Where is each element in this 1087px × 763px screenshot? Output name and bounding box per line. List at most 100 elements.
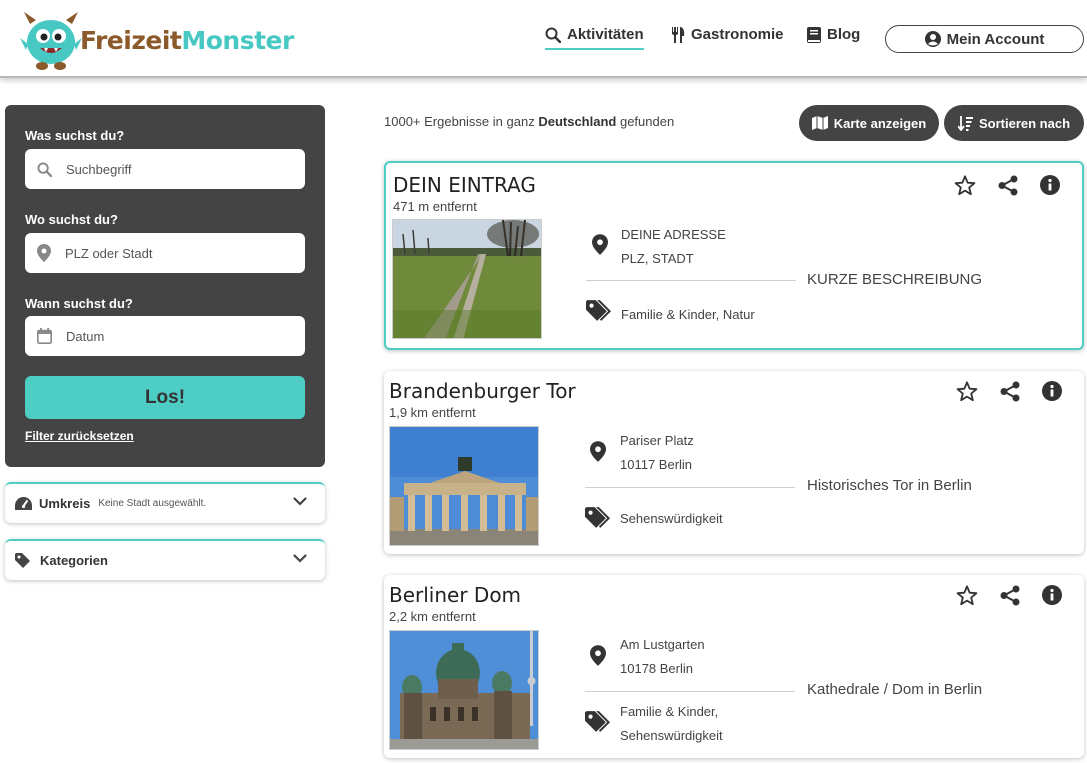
card-actions [956, 585, 1062, 606]
dashboard-icon [15, 496, 32, 510]
card-divider [585, 691, 795, 692]
share-icon[interactable] [1000, 585, 1020, 606]
card-actions [956, 381, 1062, 402]
info-icon[interactable] [1040, 175, 1060, 195]
when-label: Wann suchst du? [25, 296, 133, 311]
map-pin-icon [37, 244, 51, 262]
nav-activities[interactable]: Aktivitäten [545, 26, 644, 50]
book-icon [807, 26, 821, 43]
brandenburg-gate-photo [390, 427, 538, 545]
card-tags: Familie & Kinder, Natur [621, 307, 755, 322]
search-magnifier-icon [545, 27, 561, 43]
what-label: Was suchst du? [25, 128, 125, 143]
categories-filter-collapse[interactable]: Kategorien [5, 539, 325, 580]
tag-icon [586, 300, 611, 321]
map-pin-icon [590, 645, 606, 666]
date-input[interactable]: Datum [25, 316, 305, 356]
card-tags: Sehenswürdigkeit [620, 511, 723, 526]
location-input[interactable]: PLZ oder Stadt [25, 233, 305, 273]
share-icon[interactable] [998, 175, 1018, 196]
brand-wordmark: FreizeitMonster [80, 26, 294, 55]
search-panel: Was suchst du? Suchbegriff Wo suchst du?… [5, 105, 325, 467]
fork-knife-icon [672, 26, 685, 43]
reset-filters-link[interactable]: Filter zurücksetzen [25, 429, 134, 443]
card-divider [586, 280, 796, 281]
card-distance: 471 m entfernt [393, 199, 477, 214]
show-map-button[interactable]: Karte anzeigen [799, 105, 939, 141]
result-count-prefix: 1000+ Ergebnisse in ganz [384, 114, 535, 129]
result-card[interactable]: DEIN EINTRAG 471 m entfernt DEINE ADRESS… [384, 161, 1084, 350]
brand-logo[interactable]: FreizeitMonster [16, 8, 316, 72]
nav-activities-label: Aktivitäten [567, 26, 644, 43]
my-account-button[interactable]: Mein Account [885, 25, 1084, 53]
card-actions [954, 175, 1060, 196]
sort-button[interactable]: Sortieren nach [944, 105, 1084, 141]
sort-icon [957, 115, 973, 131]
map-pin-icon [590, 441, 606, 462]
categories-filter-title: Kategorien [40, 553, 108, 568]
my-account-label: Mein Account [946, 30, 1045, 48]
park-path-photo [393, 220, 541, 338]
result-count-region: Deutschland [538, 114, 617, 129]
result-count-text: 1000+ Ergebnisse in ganz Deutschland gef… [384, 114, 674, 129]
card-title[interactable]: Berliner Dom [389, 583, 521, 607]
card-image-berlin-cathedral[interactable] [389, 630, 539, 750]
date-placeholder: Datum [66, 328, 105, 344]
chevron-down-icon [293, 554, 307, 563]
top-navbar: FreizeitMonster Aktivitäten Gastronomie … [0, 0, 1087, 78]
map-icon [811, 116, 828, 130]
search-term-placeholder: Suchbegriff [66, 161, 132, 177]
card-description: KURZE BESCHREIBUNG [807, 271, 983, 288]
radius-filter-title: Umkreis [39, 496, 91, 511]
card-address-line1: DEINE ADRESSE [621, 227, 726, 242]
brand-part1: Freizeit [80, 25, 182, 55]
sort-label: Sortieren nach [978, 115, 1071, 131]
chevron-down-icon [293, 497, 307, 506]
star-icon[interactable] [956, 585, 978, 606]
card-image-brandenburg-gate[interactable] [389, 426, 539, 546]
monster-logo-icon [20, 12, 82, 70]
radius-filter-collapse[interactable]: Umkreis Keine Stadt ausgewählt. [5, 482, 325, 523]
search-icon [37, 161, 52, 177]
card-description: Historisches Tor in Berlin [807, 477, 972, 494]
card-title[interactable]: DEIN EINTRAG [393, 173, 536, 197]
card-address-line2: 10117 Berlin [620, 457, 693, 472]
tag-icon [15, 553, 30, 568]
search-submit-button[interactable]: Los! [25, 376, 305, 419]
star-icon[interactable] [956, 381, 978, 402]
result-card[interactable]: Berliner Dom 2,2 km entfernt Am Lustgart… [384, 575, 1084, 758]
nav-gastronomy-label: Gastronomie [691, 26, 784, 43]
card-address-line2: 10178 Berlin [620, 661, 693, 676]
nav-gastronomy[interactable]: Gastronomie [670, 26, 784, 43]
card-address-line1: Pariser Platz [620, 433, 694, 448]
user-circle-icon [924, 31, 941, 47]
nav-blog[interactable]: Blog [807, 26, 860, 43]
radius-filter-subtitle: Keine Stadt ausgewählt. [98, 498, 207, 509]
location-placeholder: PLZ oder Stadt [65, 245, 153, 261]
star-icon[interactable] [954, 175, 976, 196]
show-map-label: Karte anzeigen [833, 115, 927, 131]
search-term-input[interactable]: Suchbegriff [25, 149, 305, 189]
card-address-line1: Am Lustgarten [620, 637, 705, 652]
berlin-cathedral-photo [390, 631, 538, 749]
brand-part2: Monster [181, 25, 294, 55]
result-card[interactable]: Brandenburger Tor 1,9 km entfernt Parise… [384, 371, 1084, 554]
card-tags: Familie & Kinder, Sehenswürdigkeit [620, 704, 723, 743]
nav-blog-label: Blog [827, 26, 861, 43]
info-icon[interactable] [1042, 381, 1062, 401]
where-label: Wo suchst du? [25, 212, 118, 227]
card-title[interactable]: Brandenburger Tor [389, 379, 576, 403]
card-image-park-path[interactable] [392, 219, 542, 339]
active-nav-underline [545, 48, 644, 50]
result-count-suffix: gefunden [619, 114, 675, 129]
info-icon[interactable] [1042, 585, 1062, 605]
map-pin-icon [592, 234, 608, 255]
calendar-icon [37, 328, 52, 344]
share-icon[interactable] [1000, 381, 1020, 402]
card-distance: 1,9 km entfernt [389, 405, 476, 420]
card-address-line2: PLZ, STADT [621, 251, 694, 266]
card-distance: 2,2 km entfernt [389, 609, 476, 624]
tag-icon [585, 711, 610, 732]
tag-icon [585, 507, 610, 528]
card-description: Kathedrale / Dom in Berlin [807, 681, 983, 698]
